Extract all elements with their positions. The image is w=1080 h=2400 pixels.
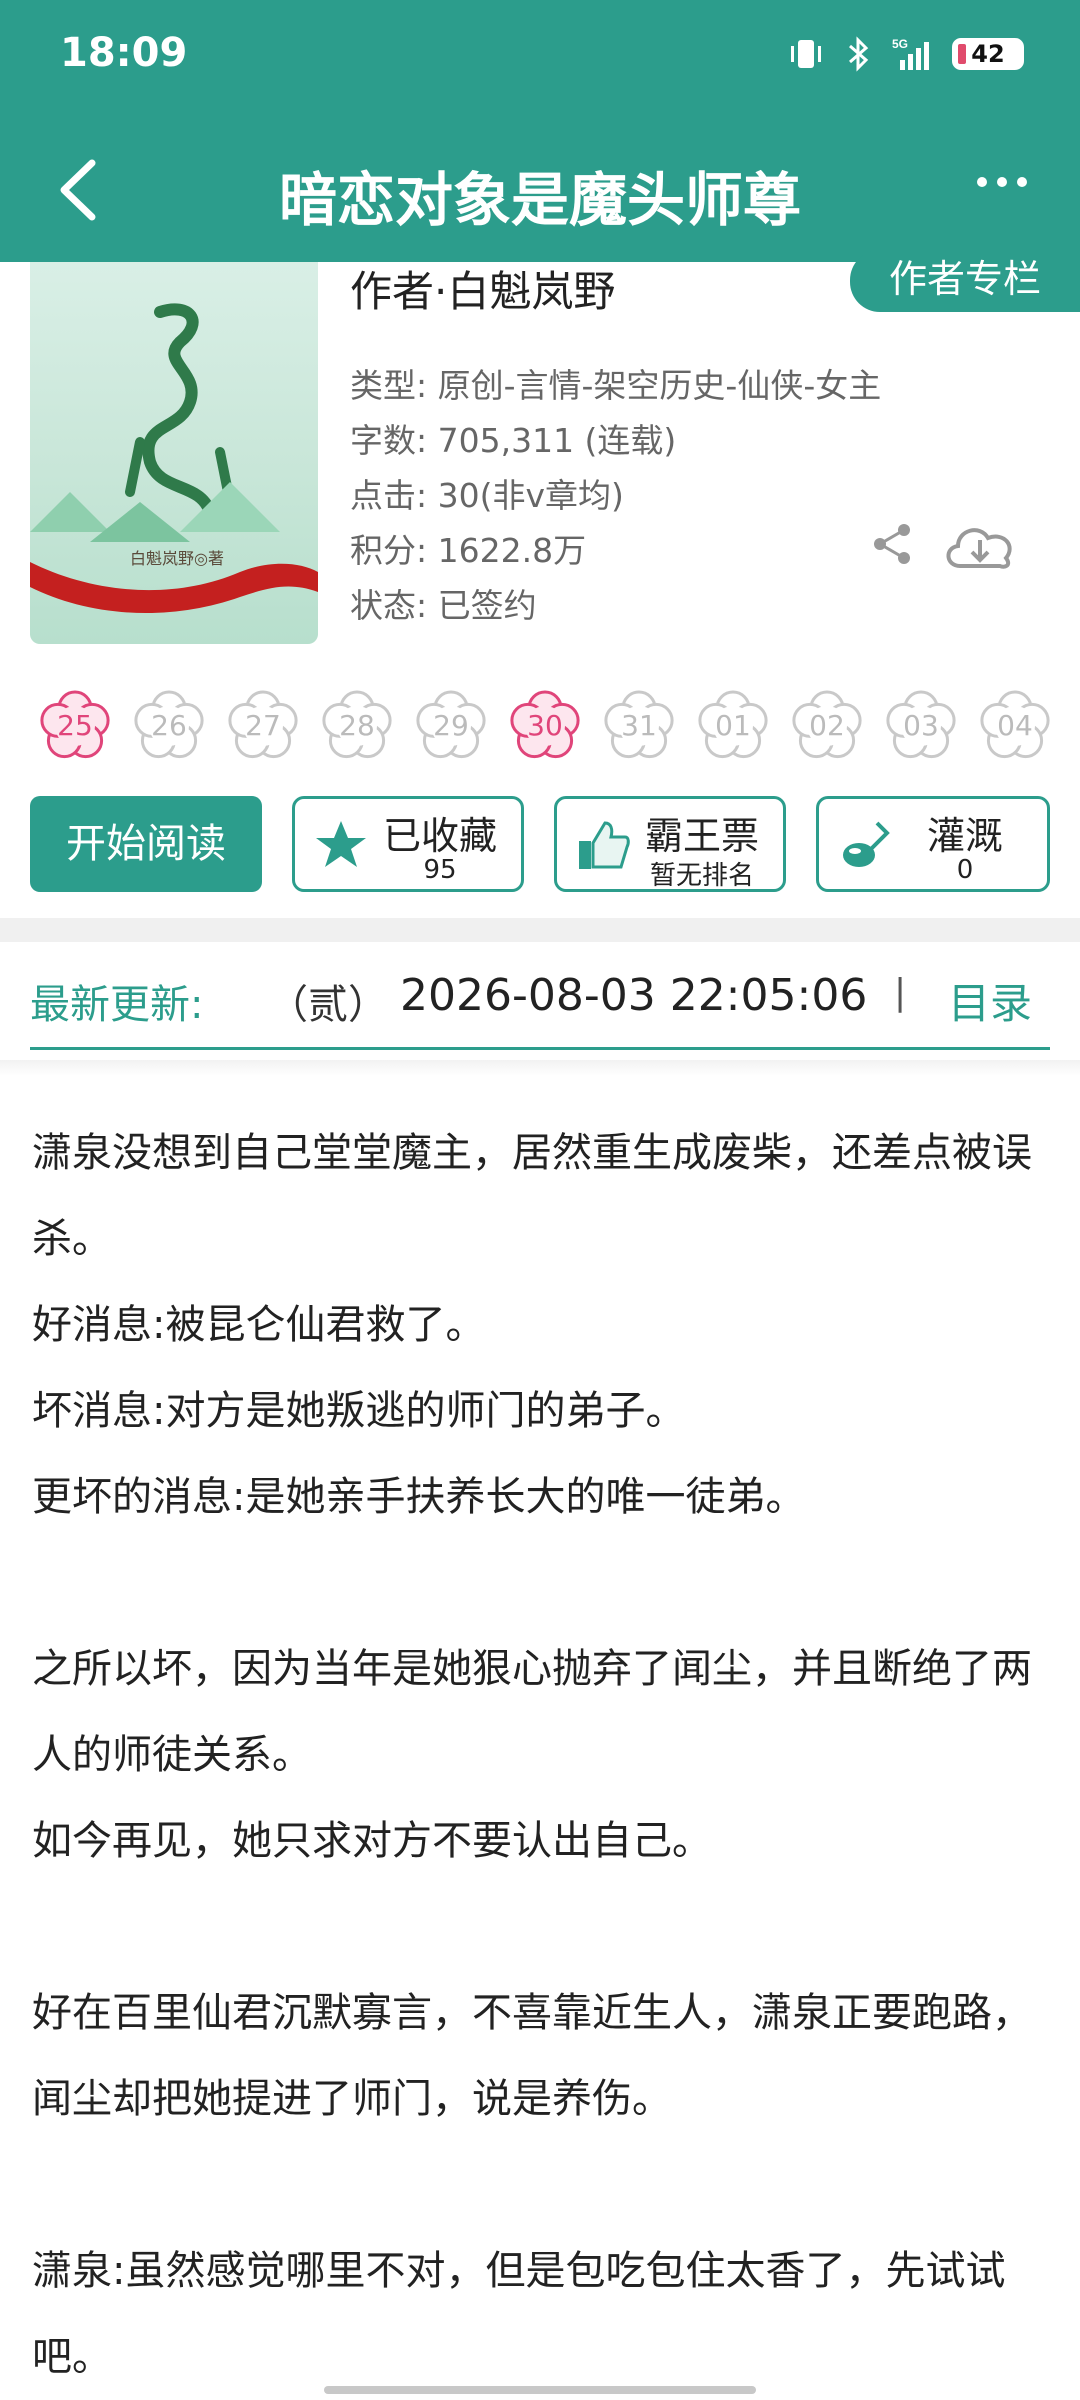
water-label: 灌溉 <box>926 814 1003 858</box>
meta-status: 状态: 已签约 <box>350 586 537 625</box>
flower-day-label: 02 <box>809 709 845 742</box>
book-meta: 类型: 原创-言情-架空历史-仙侠-女主 字数: 705,311 (连载) 点击… <box>350 358 881 633</box>
synopsis-paragraph: 如今再见，她只求对方不要认出自己。 <box>32 1818 712 1864</box>
collect-button[interactable]: 已收藏 95 <box>292 796 524 892</box>
flower-day-3[interactable]: 28 <box>317 686 397 766</box>
status-icons: 5G 42 <box>788 36 1024 72</box>
status-bar: 18:09 5G 42 <box>0 0 1080 115</box>
nav-bar: 暗恋对象是魔头师尊 <box>0 115 1080 262</box>
star-icon <box>316 821 366 867</box>
app-header: 18:09 5G 42 暗恋对象是魔头师尊 <box>0 0 1080 262</box>
divider <box>0 918 1080 942</box>
flower-day-label: 30 <box>527 709 563 742</box>
share-icon[interactable] <box>868 520 916 568</box>
thumbs-up-icon <box>579 821 630 869</box>
start-reading-button[interactable]: 开始阅读 <box>30 796 262 892</box>
flower-day-6[interactable]: 31 <box>599 686 679 766</box>
signal-icon: 5G <box>892 37 929 70</box>
synopsis: 潇泉没想到自己堂堂魔主，居然重生成废柴，还差点被误杀。好消息:被昆仑仙君救了。坏… <box>32 1110 1052 2400</box>
flower-day-8[interactable]: 02 <box>787 686 867 766</box>
flower-day-0[interactable]: 25 <box>35 686 115 766</box>
synopsis-paragraph: 潇泉没想到自己堂堂魔主，居然重生成废柴，还差点被误杀。 <box>32 1130 1032 1262</box>
ticket-rank: 暂无排名 <box>649 861 754 891</box>
flower-day-label: 04 <box>997 709 1033 742</box>
synopsis-paragraph: 坏消息:对方是她叛逃的师门的弟子。 <box>32 1388 686 1434</box>
cloud-download-icon[interactable] <box>940 516 1020 576</box>
nutrient-bottle-icon <box>843 821 890 867</box>
flower-day-7[interactable]: 01 <box>693 686 773 766</box>
water-button[interactable]: 灌溉 0 <box>816 796 1050 892</box>
home-indicator[interactable] <box>324 2386 756 2394</box>
divider-shadow <box>0 1060 1080 1076</box>
flower-day-9[interactable]: 03 <box>881 686 961 766</box>
vibrate-icon <box>791 40 821 68</box>
ticket-button[interactable]: 霸王票 暂无排名 <box>554 796 786 892</box>
author-name[interactable]: 作者·白魁岚野 <box>350 258 615 319</box>
water-count: 0 <box>956 855 974 885</box>
synopsis-paragraph: 潇泉:虽然感觉哪里不对，但是包吃包住太香了，先试试吧。 <box>32 2248 1006 2380</box>
collect-count: 95 <box>423 855 457 885</box>
cover-author: 白魁岚野◎著 <box>130 549 224 568</box>
flower-day-5[interactable]: 30 <box>505 686 585 766</box>
flower-day-label: 26 <box>151 709 187 742</box>
synopsis-paragraph: 好消息:被昆仑仙君救了。 <box>32 1302 486 1348</box>
latest-chapter[interactable]: （贰） <box>268 972 388 1030</box>
synopsis-gap <box>32 1884 1052 1970</box>
bluetooth-icon <box>849 36 869 72</box>
toc-link[interactable]: 目录 <box>948 970 1032 1031</box>
flower-day-2[interactable]: 27 <box>223 686 303 766</box>
author-column-button[interactable]: 作者专栏 <box>850 250 1080 312</box>
battery-icon: 42 <box>952 38 1024 70</box>
book-cover[interactable]: 白魁岚野◎著 <box>30 262 318 644</box>
flower-day-label: 25 <box>57 709 93 742</box>
collect-label: 已收藏 <box>382 814 497 858</box>
flower-day-label: 28 <box>339 709 375 742</box>
latest-update-label: 最新更新: <box>30 982 204 1028</box>
flower-day-label: 29 <box>433 709 469 742</box>
synopsis-paragraph: 更坏的消息:是她亲手扶养长大的唯一徒弟。 <box>32 1474 806 1520</box>
flower-day-1[interactable]: 26 <box>129 686 209 766</box>
flower-day-label: 03 <box>903 709 939 742</box>
more-options-icon[interactable] <box>972 167 1032 197</box>
status-time: 18:09 <box>60 30 188 76</box>
meta-words: 字数: 705,311 (连载) <box>350 421 677 460</box>
synopsis-gap <box>32 1540 1052 1626</box>
flower-day-label: 27 <box>245 709 281 742</box>
flower-day-4[interactable]: 29 <box>411 686 491 766</box>
flower-day-label: 31 <box>621 709 657 742</box>
latest-datetime: 2026-08-03 22:05:06 <box>400 970 868 1021</box>
flower-day-10[interactable]: 04 <box>975 686 1055 766</box>
meta-type: 类型: 原创-言情-架空历史-仙侠-女主 <box>350 366 882 405</box>
flower-day-label: 01 <box>715 709 751 742</box>
ticket-label: 霸王票 <box>644 814 759 858</box>
separator: | <box>894 972 907 1013</box>
latest-update[interactable]: 最新更新: （贰） 2026-08-03 22:05:06 | 目录 <box>30 942 1050 1050</box>
meta-clicks: 点击: 30(非v章均) <box>350 476 624 515</box>
svg-text:5G: 5G <box>892 37 908 51</box>
meta-score: 积分: 1622.8万 <box>350 531 587 570</box>
synopsis-paragraph: 之所以坏，因为当年是她狠心抛弃了闻尘，并且断绝了两人的师徒关系。 <box>32 1646 1032 1778</box>
page-title: 暗恋对象是魔头师尊 <box>278 166 801 234</box>
synopsis-paragraph: 好在百里仙君沉默寡言，不喜靠近生人，潇泉正要跑路，闻尘却把她提进了师门，说是养伤… <box>32 1990 1032 2122</box>
synopsis-gap <box>32 2142 1052 2228</box>
flower-calendar: 25 26 27 28 29 30 31 01 02 03 04 <box>35 686 1080 766</box>
